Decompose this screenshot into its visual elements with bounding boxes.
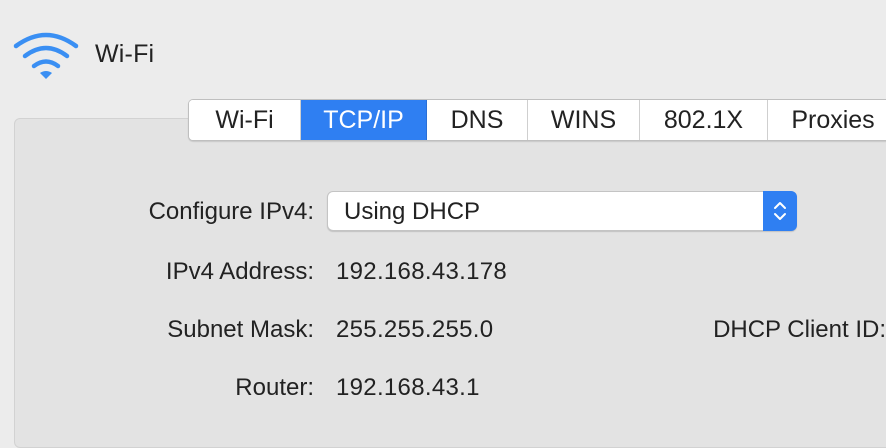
tab-tcpip[interactable]: TCP/IP [301,100,427,140]
router-label: Router: [235,374,314,401]
configure-ipv4-value: Using DHCP [344,198,481,225]
ipv4-address-label: IPv4 Address: [165,258,314,285]
chevron-up-down-icon [774,202,786,220]
configure-ipv4-label: Configure IPv4: [148,198,314,225]
wifi-icon [13,32,79,79]
page-title: Wi-Fi [95,40,155,68]
configure-ipv4-popup[interactable]: Using DHCP [327,191,797,231]
popup-stepper[interactable] [763,191,797,231]
tab-wifi[interactable]: Wi-Fi [189,100,301,140]
subnet-mask-label: Subnet Mask: [167,316,314,343]
subnet-mask-value: 255.255.255.0 [336,316,494,343]
tab-proxies[interactable]: Proxies [768,100,886,140]
tab-bar: Wi-Fi TCP/IP DNS WINS 802.1X Proxies [188,99,886,141]
header: Wi-Fi [0,0,886,100]
tab-wins[interactable]: WINS [528,100,640,140]
tab-dns[interactable]: DNS [427,100,528,140]
dhcp-client-id-label: DHCP Client ID: [713,316,886,343]
ipv4-address-value: 192.168.43.178 [336,258,508,285]
tab-8021x[interactable]: 802.1X [640,100,768,140]
router-value: 192.168.43.1 [336,374,480,401]
